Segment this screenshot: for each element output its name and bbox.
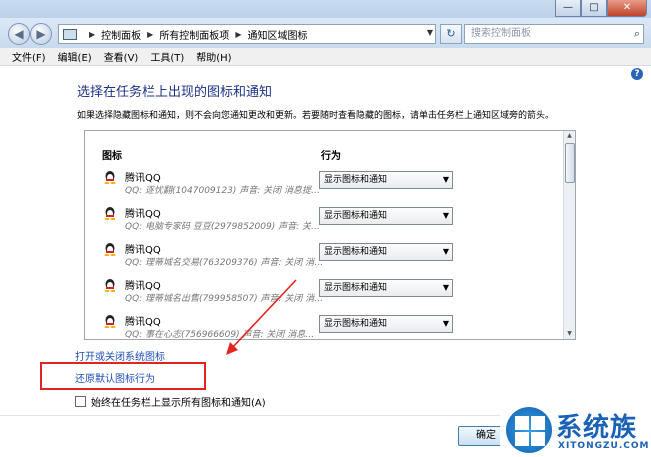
menu-view[interactable]: 查看(V): [104, 49, 139, 64]
menu-file[interactable]: 文件(F): [12, 49, 46, 64]
forward-button[interactable]: ▶: [30, 23, 52, 45]
search-input[interactable]: 搜索控制面板 ⌕: [464, 24, 644, 44]
menu-help[interactable]: 帮助(H): [196, 49, 231, 64]
window-controls: — □ ✕: [555, 0, 647, 17]
annotation-arrow: [226, 279, 297, 355]
watermark-url: XITONGZU.COM: [558, 441, 650, 451]
search-placeholder: 搜索控制面板: [471, 28, 531, 39]
chevron-down-icon[interactable]: ▼: [427, 28, 433, 37]
breadcrumb-all-items[interactable]: 所有控制面板项: [159, 27, 229, 42]
address-bar[interactable]: ▶ 控制面板 ▶ 所有控制面板项 ▶ 通知区域图标 ▼: [58, 24, 436, 44]
computer-icon: [63, 28, 77, 40]
breadcrumb-control-panel[interactable]: 控制面板: [101, 27, 141, 42]
menu-tools[interactable]: 工具(T): [150, 49, 184, 64]
windows-logo-icon: [506, 407, 552, 453]
back-button[interactable]: ◀: [8, 23, 30, 45]
chevron-right-icon: ▶: [235, 29, 242, 39]
chevron-right-icon: ▶: [147, 29, 154, 39]
refresh-button[interactable]: ↻: [440, 24, 462, 44]
menu-bar: 文件(F) 编辑(E) 查看(V) 工具(T) 帮助(H): [0, 48, 651, 66]
minimize-button[interactable]: —: [555, 0, 581, 17]
menu-edit[interactable]: 编辑(E): [58, 49, 92, 64]
breadcrumb-notification-icons[interactable]: 通知区域图标: [247, 27, 307, 42]
maximize-button[interactable]: □: [581, 0, 607, 17]
content-area: ? 选择在任务栏上出现的图标和通知 如果选择隐藏图标和通知，则不会向您通知更改和…: [0, 66, 651, 457]
search-icon[interactable]: ⌕: [634, 25, 640, 43]
watermark-brand: 系统族: [556, 413, 638, 443]
close-button[interactable]: ✕: [607, 0, 647, 17]
navigation-bar: ◀ ▶ ▶ 控制面板 ▶ 所有控制面板项 ▶ 通知区域图标 ▼ ↻ 搜索控制面板…: [0, 18, 651, 48]
title-bar: — □ ✕: [0, 0, 651, 18]
chevron-right-icon: ▶: [89, 29, 96, 39]
watermark: 系统族 XITONGZU.COM: [500, 403, 651, 457]
